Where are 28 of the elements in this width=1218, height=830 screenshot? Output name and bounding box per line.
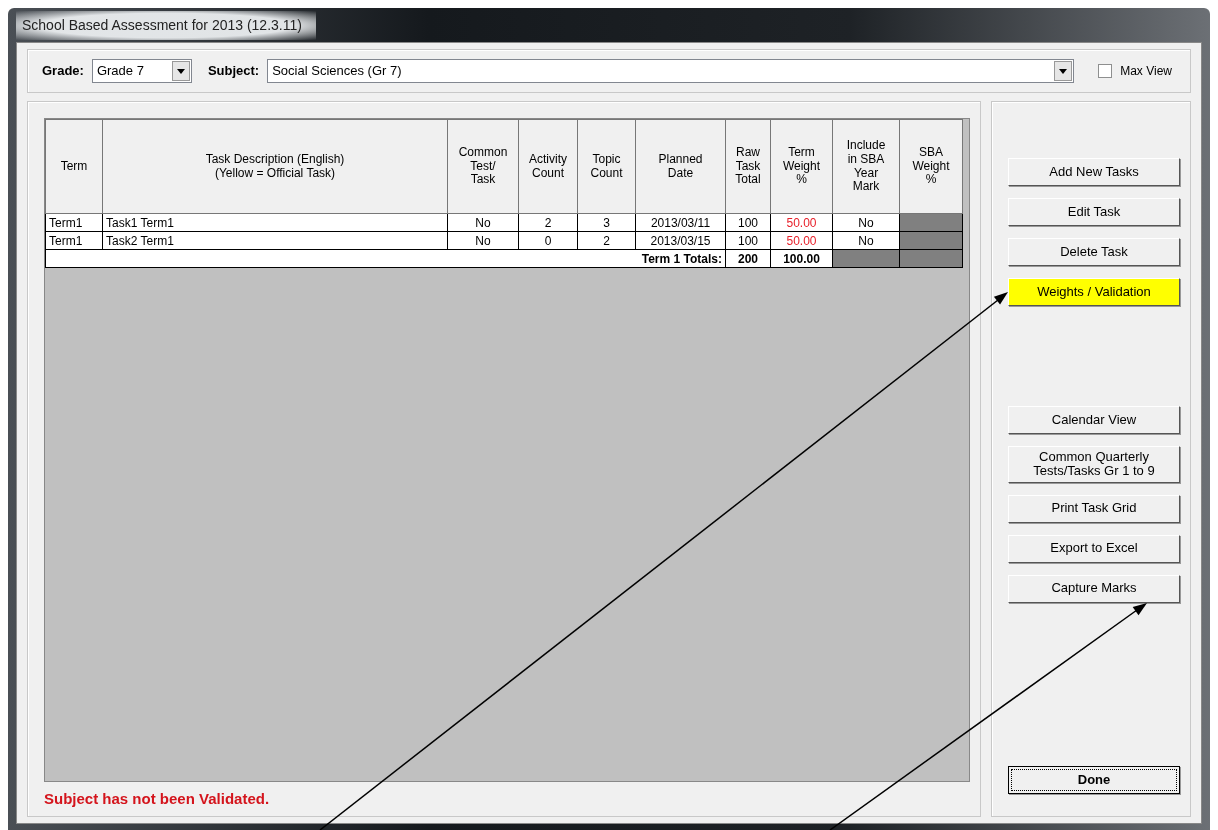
column-header: Task Description (English) (Yellow = Official Task)	[102, 119, 448, 214]
column-header: Include in SBA Year Mark	[832, 119, 900, 214]
column-header: Term	[45, 119, 103, 214]
column-header: Planned Date	[635, 119, 726, 214]
action-button[interactable]: Common Quarterly Tests/Tasks Gr 1 to 9	[1008, 446, 1180, 483]
column-header: Activity Count	[518, 119, 578, 214]
action-button[interactable]: Done	[1008, 766, 1180, 794]
action-button[interactable]: Delete Task	[1008, 238, 1180, 266]
subject-dropdown[interactable]: Social Sciences (Gr 7)	[267, 59, 1075, 83]
status-message: Subject has not been Validated.	[44, 788, 271, 809]
grade-dropdown[interactable]: Grade 7	[91, 59, 192, 83]
action-button[interactable]: Print Task Grid	[1008, 494, 1180, 523]
checkbox-label: Max View	[1120, 63, 1172, 80]
action-button[interactable]: Weights / Validation	[1008, 278, 1180, 306]
action-button[interactable]: Calendar View	[1008, 406, 1180, 434]
action-button[interactable]: Export to Excel	[1008, 534, 1180, 563]
max-view-checkbox[interactable]	[1098, 64, 1113, 78]
column-header: Topic Count	[577, 119, 636, 214]
column-header: Raw Task Total	[725, 119, 771, 214]
column-header: SBA Weight %	[899, 119, 963, 214]
action-button[interactable]: Capture Marks	[1008, 574, 1180, 603]
field-label: Grade:	[42, 62, 84, 81]
action-button[interactable]: Edit Task	[1008, 198, 1180, 226]
action-button[interactable]: Add New Tasks	[1008, 158, 1180, 186]
column-header: Term Weight %	[770, 119, 833, 214]
column-header: Common Test/ Task	[447, 119, 519, 214]
window-title: School Based Assessment for 2013 (12.3.11)	[16, 10, 316, 40]
field-label: Subject:	[207, 62, 260, 81]
